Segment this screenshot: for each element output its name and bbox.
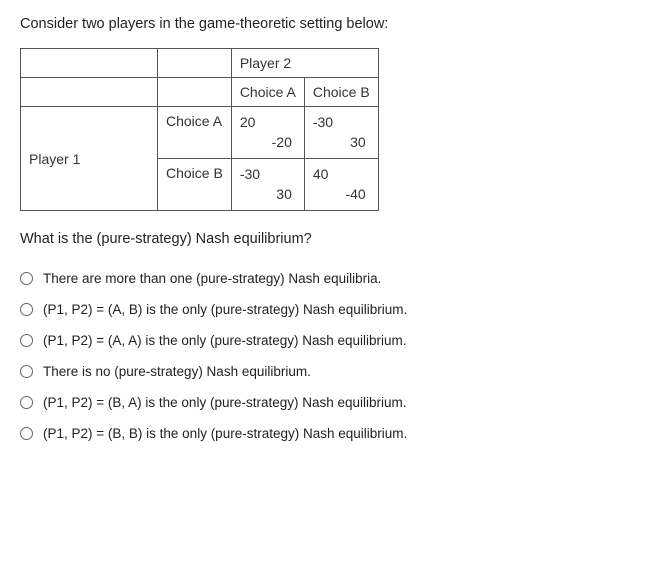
answer-option[interactable]: (P1, P2) = (B, A) is the only (pure-stra… (20, 395, 625, 410)
payoff-cell-aa: 20 -20 (231, 107, 304, 159)
answer-option[interactable]: There is no (pure-strategy) Nash equilib… (20, 364, 625, 379)
payoff-p1: -30 (240, 165, 296, 185)
question-text: What is the (pure-strategy) Nash equilib… (20, 231, 625, 247)
row-header-choice-b: Choice B (158, 159, 232, 211)
answer-option[interactable]: There are more than one (pure-strategy) … (20, 271, 625, 286)
answer-option[interactable]: (P1, P2) = (A, B) is the only (pure-stra… (20, 302, 625, 317)
payoff-cell-ab: -30 30 (304, 107, 378, 159)
radio-icon[interactable] (20, 365, 33, 378)
radio-icon[interactable] (20, 334, 33, 347)
answer-option[interactable]: (P1, P2) = (B, B) is the only (pure-stra… (20, 426, 625, 441)
answer-label: (P1, P2) = (B, B) is the only (pure-stra… (43, 426, 407, 441)
payoff-p2: -20 (240, 133, 296, 153)
question-prompt: Consider two players in the game-theoret… (20, 16, 625, 32)
payoff-p2: 30 (313, 133, 370, 153)
answer-option[interactable]: (P1, P2) = (A, A) is the only (pure-stra… (20, 333, 625, 348)
payoff-matrix: Player 2 Choice A Choice B Player 1 Choi… (20, 48, 379, 211)
player1-header: Player 1 (21, 107, 158, 211)
radio-icon[interactable] (20, 303, 33, 316)
player2-header: Player 2 (231, 49, 378, 78)
payoff-cell-bb: 40 -40 (304, 159, 378, 211)
payoff-p2: 30 (240, 185, 296, 205)
payoff-p1: 20 (240, 113, 296, 133)
radio-icon[interactable] (20, 427, 33, 440)
answer-list: There are more than one (pure-strategy) … (20, 271, 625, 441)
payoff-p1: -30 (313, 113, 370, 133)
payoff-p1: 40 (313, 165, 370, 185)
answer-label: (P1, P2) = (A, A) is the only (pure-stra… (43, 333, 407, 348)
col-header-choice-b: Choice B (304, 78, 378, 107)
payoff-cell-ba: -30 30 (231, 159, 304, 211)
radio-icon[interactable] (20, 396, 33, 409)
answer-label: There is no (pure-strategy) Nash equilib… (43, 364, 311, 379)
row-header-choice-a: Choice A (158, 107, 232, 159)
answer-label: (P1, P2) = (A, B) is the only (pure-stra… (43, 302, 407, 317)
answer-label: (P1, P2) = (B, A) is the only (pure-stra… (43, 395, 407, 410)
payoff-p2: -40 (313, 185, 370, 205)
answer-label: There are more than one (pure-strategy) … (43, 271, 381, 286)
col-header-choice-a: Choice A (231, 78, 304, 107)
radio-icon[interactable] (20, 272, 33, 285)
